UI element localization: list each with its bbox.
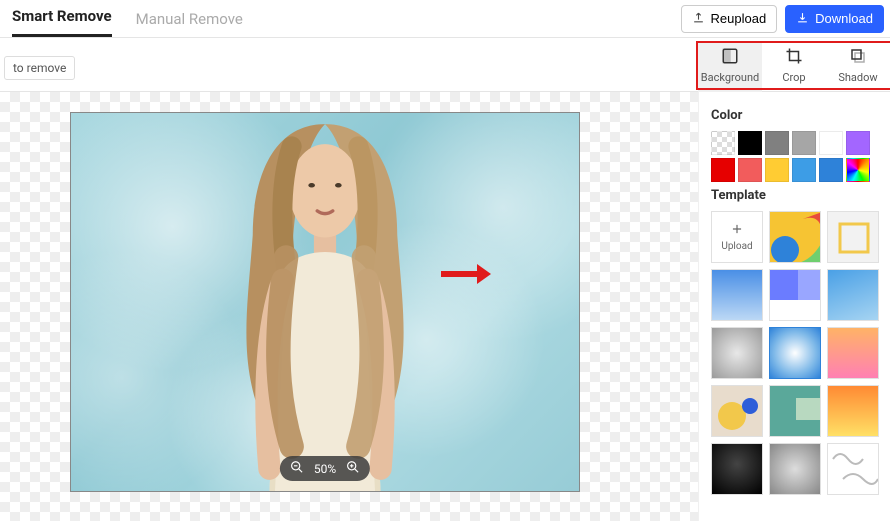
- color-swatch[interactable]: [711, 158, 735, 182]
- template-thumb[interactable]: [827, 211, 879, 263]
- color-swatch[interactable]: [765, 131, 789, 155]
- template-thumb[interactable]: [827, 443, 879, 495]
- zoom-out-icon[interactable]: [290, 460, 304, 477]
- template-thumb[interactable]: [827, 327, 879, 379]
- tooltab-crop-label: Crop: [782, 71, 805, 84]
- crop-icon: [785, 47, 803, 68]
- template-thumb[interactable]: [711, 269, 763, 321]
- top-bar: Smart Remove Manual Remove Reupload Down…: [0, 0, 890, 38]
- tooltab-background[interactable]: Background: [698, 43, 762, 92]
- template-thumb[interactable]: [711, 443, 763, 495]
- template-thumb[interactable]: [827, 269, 879, 321]
- color-swatch[interactable]: [819, 158, 843, 182]
- canvas-area[interactable]: 50%: [0, 92, 698, 521]
- tool-tabs: Background Crop Shadow: [698, 43, 890, 92]
- template-thumb[interactable]: [769, 211, 821, 263]
- template-thumb[interactable]: [769, 443, 821, 495]
- template-heading: Template: [711, 188, 884, 203]
- template-thumb[interactable]: [769, 269, 821, 321]
- tab-manual-remove[interactable]: Manual Remove: [136, 2, 243, 37]
- color-swatch[interactable]: [711, 131, 735, 155]
- upload-icon: [692, 11, 705, 27]
- color-swatches: [711, 131, 884, 182]
- color-swatch[interactable]: [765, 158, 789, 182]
- zoom-in-icon[interactable]: [346, 460, 360, 477]
- subject-person: [210, 113, 440, 491]
- color-swatch[interactable]: [819, 131, 843, 155]
- template-upload-label: Upload: [721, 241, 752, 252]
- zoom-level: 50%: [314, 462, 336, 476]
- zoom-control: 50%: [280, 456, 370, 481]
- template-thumb[interactable]: [769, 327, 821, 379]
- side-panel: Color Template Upload: [698, 92, 890, 521]
- tooltab-crop[interactable]: Crop: [762, 43, 826, 92]
- tab-smart-remove[interactable]: Smart Remove: [12, 0, 112, 37]
- top-actions: Reupload Download: [681, 5, 884, 33]
- image-frame[interactable]: 50%: [70, 112, 580, 492]
- main-area: 50% Color Template Upload: [0, 92, 890, 521]
- mode-tabs: Smart Remove Manual Remove: [12, 0, 243, 37]
- reupload-button[interactable]: Reupload: [681, 5, 778, 33]
- tooltab-shadow-label: Shadow: [838, 71, 877, 84]
- color-swatch[interactable]: [738, 131, 762, 155]
- tooltab-shadow[interactable]: Shadow: [826, 43, 890, 92]
- plus-icon: [730, 222, 744, 239]
- template-thumb[interactable]: [769, 385, 821, 437]
- download-button[interactable]: Download: [785, 5, 884, 33]
- background-icon: [721, 47, 739, 68]
- template-grid: Upload: [711, 211, 884, 495]
- color-swatch[interactable]: [792, 158, 816, 182]
- shadow-icon: [849, 47, 867, 68]
- template-thumb[interactable]: [711, 327, 763, 379]
- download-label: Download: [815, 11, 873, 26]
- template-thumb[interactable]: [711, 385, 763, 437]
- color-swatch[interactable]: [846, 131, 870, 155]
- download-icon: [796, 11, 809, 27]
- color-swatch[interactable]: [738, 158, 762, 182]
- template-thumb[interactable]: [827, 385, 879, 437]
- reupload-label: Reupload: [711, 11, 767, 26]
- template-upload[interactable]: Upload: [711, 211, 763, 263]
- remove-chip[interactable]: to remove: [4, 56, 75, 80]
- sub-bar: to remove Background Crop Shadow: [0, 38, 890, 92]
- color-swatch[interactable]: [792, 131, 816, 155]
- color-swatch[interactable]: [846, 158, 870, 182]
- color-heading: Color: [711, 108, 884, 123]
- tooltab-background-label: Background: [701, 71, 759, 84]
